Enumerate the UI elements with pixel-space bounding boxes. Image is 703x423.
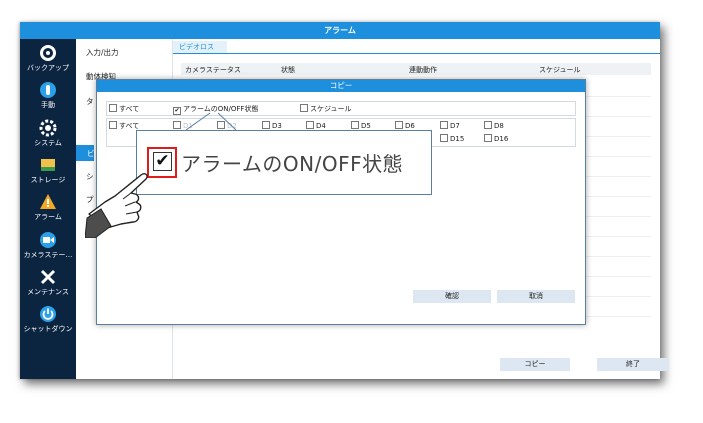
zoom-label: アラームのON/OFF状態 (181, 152, 404, 176)
pointing-hand-icon (85, 173, 148, 238)
zoom-callout: ✔ アラームのON/OFF状態 (136, 130, 432, 195)
